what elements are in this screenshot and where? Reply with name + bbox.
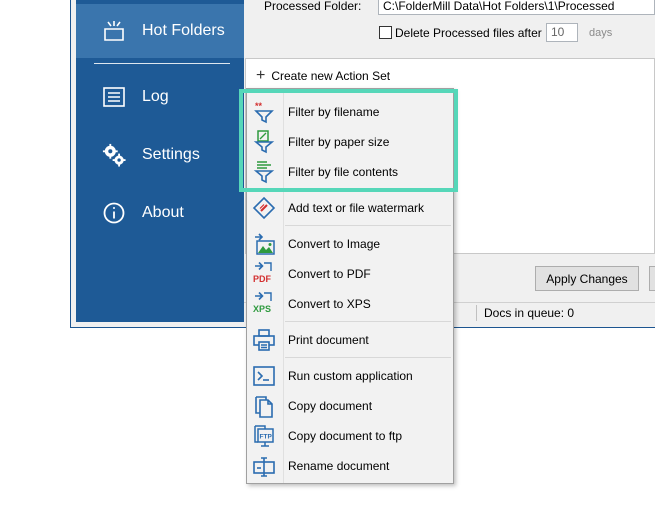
sidebar-divider <box>94 63 230 64</box>
menu-item-filter-by-file-contents[interactable]: Filter by file contents <box>247 157 453 187</box>
filter-filename-icon: ** <box>251 99 277 125</box>
svg-text:XPS: XPS <box>253 304 271 314</box>
processed-folder-label: Processed Folder: <box>264 0 362 13</box>
sidebar-item-log[interactable]: Log <box>76 70 244 124</box>
convert-xps-icon: XPS <box>251 291 277 317</box>
rename-icon <box>251 453 277 479</box>
status-divider <box>476 305 477 321</box>
log-list-icon <box>102 85 126 109</box>
screenshot-root: Hot Folders Log Settings About Processed… <box>0 0 655 510</box>
sidebar-item-label: Settings <box>142 146 200 163</box>
copy-ftp-icon: FTP <box>251 423 277 449</box>
menu-item-label: Print document <box>288 333 369 347</box>
sidebar-item-settings[interactable]: Settings <box>76 128 244 182</box>
sidebar-item-about[interactable]: About <box>76 186 244 240</box>
create-action-set-label: Create new Action Set <box>271 69 391 83</box>
plus-icon: + <box>256 67 266 84</box>
secondary-button-partial[interactable] <box>649 266 655 291</box>
processed-folder-input[interactable]: C:\FolderMill Data\Hot Folders\1\Process… <box>378 0 655 15</box>
sidebar-item-label: About <box>142 204 184 221</box>
menu-separator <box>285 357 451 358</box>
menu-item-convert-to-pdf[interactable]: PDF Convert to PDF <box>247 259 453 289</box>
delete-days-input[interactable]: 10 <box>546 23 578 42</box>
copy-document-icon <box>251 393 277 419</box>
convert-pdf-icon: PDF <box>251 261 277 287</box>
svg-text:FTP: FTP <box>260 434 273 441</box>
sidebar-item-label: Log <box>142 88 169 105</box>
menu-item-copy-document[interactable]: Copy document <box>247 391 453 421</box>
menu-item-label: Run custom application <box>288 369 413 383</box>
terminal-icon <box>251 363 277 389</box>
gears-icon <box>102 143 126 167</box>
sidebar-item-label: Hot Folders <box>142 22 225 39</box>
sidebar-item-hot-folders[interactable]: Hot Folders <box>76 4 244 58</box>
menu-separator <box>285 321 451 322</box>
menu-item-label: Copy document <box>288 399 373 413</box>
convert-image-icon <box>251 231 277 257</box>
menu-item-print-document[interactable]: Print document <box>247 325 453 355</box>
apply-changes-button[interactable]: Apply Changes <box>535 266 639 291</box>
menu-item-run-custom-application[interactable]: Run custom application <box>247 361 453 391</box>
menu-item-label: Add text or file watermark <box>288 201 425 215</box>
docs-in-queue: Docs in queue: 0 <box>484 306 575 320</box>
menu-item-copy-document-to-ftp[interactable]: FTP Copy document to ftp <box>247 421 453 451</box>
menu-item-filter-by-paper-size[interactable]: Filter by paper size <box>247 127 453 157</box>
filter-paper-size-icon <box>251 129 277 155</box>
menu-item-convert-to-image[interactable]: Convert to Image <box>247 229 453 259</box>
menu-item-filter-by-filename[interactable]: ** Filter by filename <box>247 97 453 127</box>
add-action-context-menu: ** Filter by filename Filter by paper si… <box>246 88 454 484</box>
menu-item-label: Filter by filename <box>288 105 380 119</box>
menu-item-label: Convert to XPS <box>288 297 371 311</box>
create-action-set-button[interactable]: + Create new Action Set <box>256 67 391 84</box>
delete-processed-label: Delete Processed files after <box>395 26 542 40</box>
delete-processed-checkbox[interactable] <box>379 26 392 39</box>
watermark-icon <box>251 195 277 221</box>
menu-item-label: Filter by paper size <box>288 135 390 149</box>
menu-item-label: Filter by file contents <box>288 165 399 179</box>
days-label: days <box>589 27 613 39</box>
menu-item-add-watermark[interactable]: Add text or file watermark <box>247 193 453 223</box>
menu-item-label: Convert to PDF <box>288 267 371 281</box>
svg-text:PDF: PDF <box>253 274 272 284</box>
menu-item-label: Rename document <box>288 459 390 473</box>
svg-text:**: ** <box>255 101 263 111</box>
filter-file-contents-icon <box>251 159 277 185</box>
printer-icon <box>251 327 277 353</box>
menu-separator <box>285 225 451 226</box>
info-icon <box>102 201 126 225</box>
menu-item-label: Copy document to ftp <box>288 429 403 443</box>
menu-item-convert-to-xps[interactable]: XPS Convert to XPS <box>247 289 453 319</box>
sidebar: Hot Folders Log Settings About <box>76 0 244 322</box>
hot-folder-icon <box>102 19 126 43</box>
menu-item-rename-document[interactable]: Rename document <box>247 451 453 481</box>
menu-item-label: Convert to Image <box>288 237 381 251</box>
